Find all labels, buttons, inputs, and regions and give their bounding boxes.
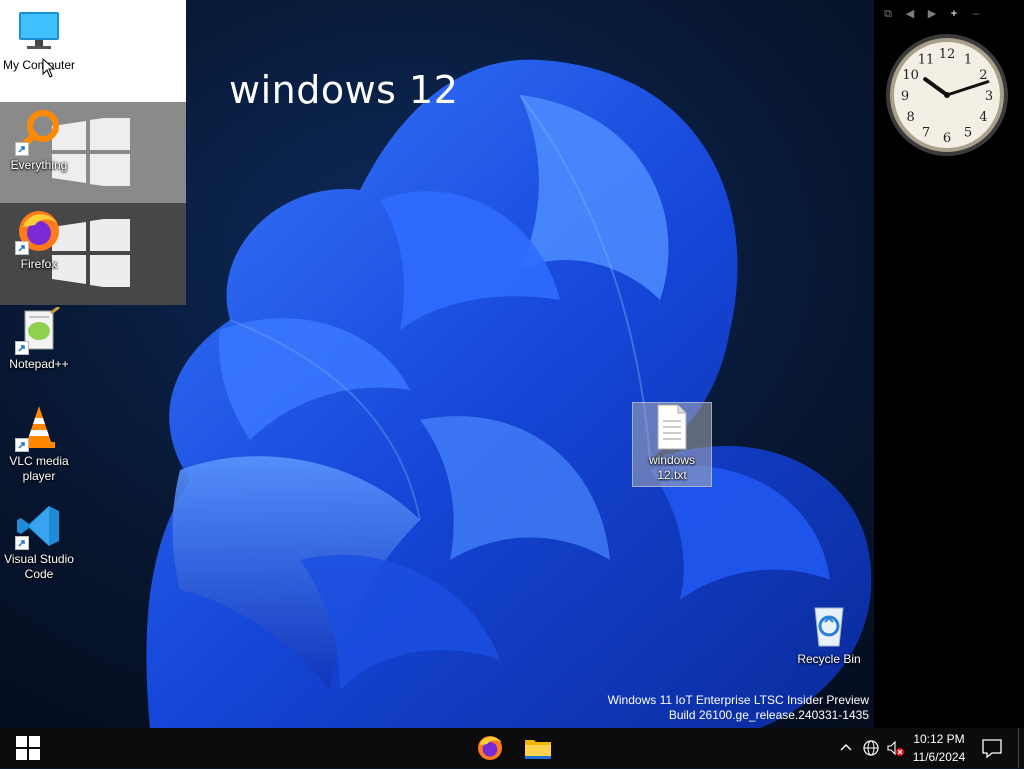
taskbar-clock[interactable]: 10:12 PM 11/6/2024	[903, 730, 975, 766]
shortcut-arrow-icon	[15, 438, 29, 452]
clock-gadget[interactable]: 1234567891011 12	[884, 32, 1010, 158]
speaker-muted-icon	[887, 740, 904, 756]
desktop-icon-vlc[interactable]: VLC media player	[0, 404, 78, 484]
clock-numeral: 6	[943, 131, 951, 146]
build-line-2: Build 26100.ge_release.240331-1435	[668, 708, 869, 722]
show-desktop-button[interactable]	[1018, 728, 1024, 768]
notepad-plus-plus-icon	[15, 305, 63, 355]
clock-numeral: 11	[918, 53, 935, 68]
start-button[interactable]	[0, 728, 56, 768]
monitor-icon	[15, 8, 63, 56]
taskbar-file-explorer[interactable]	[522, 732, 554, 764]
windows-logo-icon	[16, 736, 40, 760]
action-center-icon	[982, 739, 1002, 759]
prev-icon[interactable]: ◀	[902, 6, 918, 22]
clock-numeral: 9	[901, 89, 909, 104]
clock-numeral: 4	[979, 110, 987, 125]
minimize-icon[interactable]: –	[968, 6, 984, 22]
build-line-1: Windows 11 IoT Enterprise LTSC Insider P…	[607, 693, 869, 707]
tray-network[interactable]	[860, 728, 882, 768]
add-icon[interactable]: +	[946, 6, 962, 22]
file-explorer-icon	[525, 740, 551, 759]
desktop-icon-recycle-bin[interactable]: Recycle Bin	[790, 602, 868, 667]
tray-overflow-button[interactable]	[838, 728, 854, 768]
clock-numeral: 10	[902, 68, 919, 83]
clock-numeral: 5	[964, 125, 972, 140]
clock-numeral: 12	[939, 47, 956, 62]
taskbar-firefox[interactable]	[474, 732, 506, 764]
desktop-icon-everything[interactable]: Everything	[0, 108, 78, 173]
action-center-button[interactable]	[980, 736, 1004, 760]
desktop-icon-vscode[interactable]: Visual Studio Code	[0, 502, 78, 582]
text-file-icon	[648, 403, 696, 451]
desktop-icon-windows-12-txt[interactable]: windows 12.txt	[632, 402, 712, 487]
build-watermark: Windows 11 IoT Enterprise LTSC Insider P…	[608, 693, 869, 723]
clock-numeral: 7	[922, 125, 930, 140]
shortcut-arrow-icon	[15, 142, 29, 156]
shortcut-arrow-icon	[15, 241, 29, 255]
mouse-cursor-icon	[42, 58, 56, 78]
clock-numeral: 1	[964, 53, 972, 68]
desktop-icon-firefox[interactable]: Firefox	[0, 207, 78, 272]
restore-icon[interactable]: ⧉	[880, 6, 896, 22]
desktop-icon-notepad-plus-plus[interactable]: Notepad++	[0, 305, 78, 372]
vlc-cone-icon	[15, 404, 63, 452]
firefox-icon	[15, 207, 63, 255]
vscode-icon	[15, 502, 63, 550]
clock-numeral: 3	[985, 89, 993, 104]
desktop[interactable]: windows 12 My Computer Everything Firefo…	[0, 0, 1024, 728]
firefox-icon	[478, 736, 502, 760]
next-icon[interactable]: ▶	[924, 6, 940, 22]
taskbar-time: 10:12 PM	[913, 732, 965, 746]
shortcut-arrow-icon	[15, 536, 29, 550]
everything-search-icon	[15, 108, 63, 156]
shortcut-arrow-icon	[15, 341, 29, 355]
chevron-up-icon	[840, 744, 852, 751]
desktop-icon-my-computer[interactable]: My Computer	[0, 8, 78, 73]
recycle-bin-icon	[805, 602, 853, 650]
taskbar-date: 11/6/2024	[912, 750, 966, 764]
wallpaper-headline: windows 12	[229, 68, 459, 112]
gadget-toolbar: ⧉ ◀ ▶ + –	[880, 6, 984, 22]
clock-numeral: 8	[906, 110, 914, 125]
network-globe-icon	[863, 740, 879, 756]
taskbar: 10:12 PM 11/6/2024	[0, 728, 1024, 768]
